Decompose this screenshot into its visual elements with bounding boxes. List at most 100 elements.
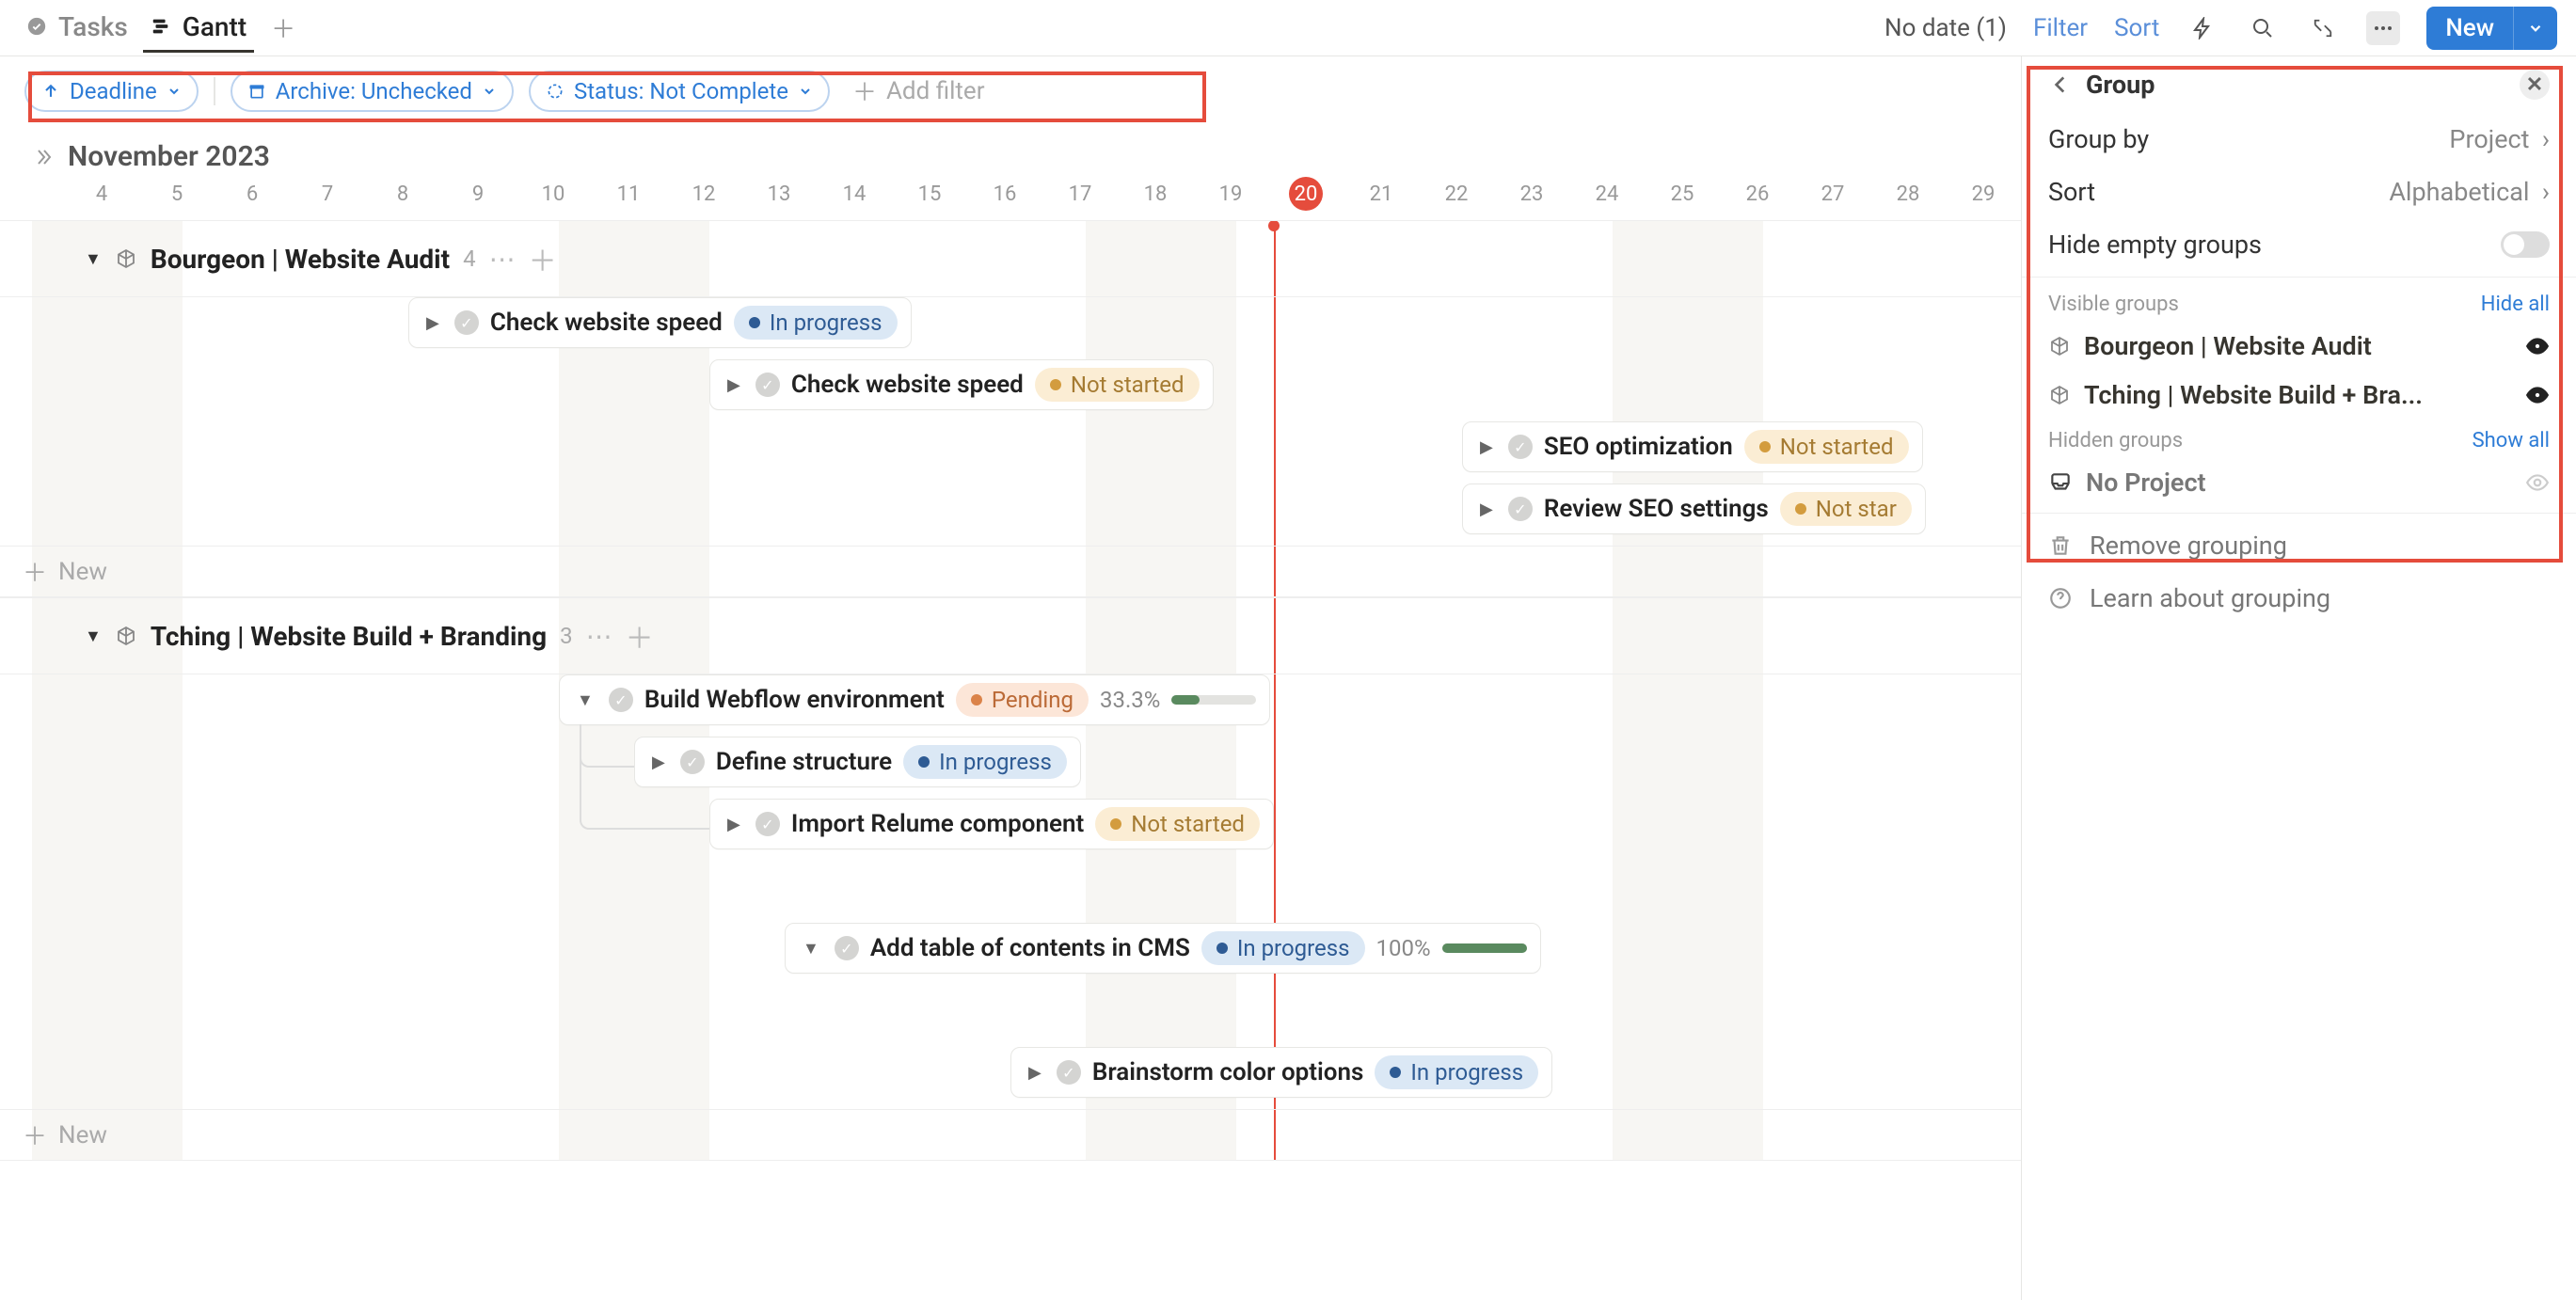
- check-icon[interactable]: ✓: [1057, 1060, 1081, 1085]
- task-card[interactable]: ▼✓Add table of contents in CMSIn progres…: [785, 923, 1541, 974]
- expand-icon[interactable]: ▼: [799, 939, 823, 959]
- expand-icon[interactable]: ▶: [1476, 437, 1497, 457]
- no-date-indicator[interactable]: No date (1): [1884, 14, 2007, 42]
- group-more-icon[interactable]: ⋯: [489, 244, 516, 275]
- status-pill: In progress: [1201, 931, 1365, 965]
- status-pill: Pending: [956, 683, 1089, 717]
- eye-icon[interactable]: [2525, 383, 2550, 407]
- check-icon[interactable]: ✓: [609, 688, 633, 712]
- remove-grouping-button[interactable]: Remove grouping: [2022, 519, 2576, 572]
- task-name: Define structure: [716, 748, 892, 776]
- close-button[interactable]: ✕: [2520, 70, 2550, 100]
- expand-icon[interactable]: ▼: [573, 690, 597, 710]
- date-7: 7: [322, 182, 333, 206]
- show-all-button[interactable]: Show all: [2473, 429, 2550, 452]
- task-card[interactable]: ▶✓Review SEO settingsNot star: [1462, 484, 1926, 534]
- progress-bar: [1171, 695, 1256, 705]
- trash-icon: [2048, 533, 2073, 558]
- date-6: 6: [246, 182, 258, 206]
- group-by-row[interactable]: Group by Project ›: [2022, 113, 2576, 166]
- back-arrow-icon[interactable]: [2048, 72, 2073, 97]
- date-4: 4: [96, 182, 107, 206]
- project-icon: [115, 247, 137, 270]
- group-add-icon[interactable]: ＋: [529, 238, 557, 279]
- check-circle-icon: [26, 16, 47, 37]
- expand-icon[interactable]: ▶: [1476, 499, 1497, 519]
- expand-icon[interactable]: ▶: [1025, 1063, 1045, 1083]
- task-card[interactable]: ▶✓SEO optimizationNot started: [1462, 421, 1923, 472]
- eye-off-icon[interactable]: [2525, 470, 2550, 495]
- add-filter-button[interactable]: ＋ Add filter: [845, 70, 993, 112]
- tab-label: Gantt: [183, 11, 246, 42]
- hide-all-button[interactable]: Hide all: [2481, 293, 2550, 316]
- panel-title: Group: [2086, 70, 2155, 100]
- check-icon[interactable]: ✓: [454, 310, 479, 335]
- filter-deadline[interactable]: Deadline: [24, 71, 199, 112]
- date-17: 17: [1069, 182, 1092, 206]
- task-card[interactable]: ▶✓Brainstorm color optionsIn progress: [1010, 1047, 1552, 1098]
- group-name: No Project: [2086, 468, 2206, 498]
- filter-status[interactable]: Status: Not Complete: [529, 71, 830, 112]
- task-card[interactable]: ▼✓Build Webflow environmentPending33.3%: [559, 674, 1270, 725]
- sort-button[interactable]: Sort: [2114, 14, 2159, 42]
- filter-archive[interactable]: Archive: Unchecked: [231, 71, 514, 112]
- collapse-icon[interactable]: ▼: [85, 626, 102, 646]
- task-name: Brainstorm color options: [1092, 1058, 1364, 1086]
- status-pill: Not started: [1035, 368, 1200, 402]
- filter-button[interactable]: Filter: [2033, 14, 2088, 42]
- expand-icon[interactable]: ▶: [724, 815, 744, 834]
- task-name: Check website speed: [490, 309, 723, 337]
- search-icon[interactable]: [2246, 11, 2280, 45]
- project-icon: [115, 625, 137, 647]
- learn-grouping-button[interactable]: Learn about grouping: [2022, 572, 2576, 625]
- expand-icon[interactable]: ▶: [422, 313, 443, 333]
- date-8: 8: [397, 182, 408, 206]
- date-19: 19: [1219, 182, 1243, 206]
- project-icon: [2048, 384, 2071, 406]
- date-27: 27: [1821, 182, 1845, 206]
- group-title: Tching | Website Build + Branding: [151, 621, 547, 652]
- group-name: Bourgeon | Website Audit: [2084, 331, 2372, 361]
- check-icon[interactable]: ✓: [1508, 435, 1533, 459]
- hidden-group-item[interactable]: No Project: [2022, 458, 2576, 507]
- date-11: 11: [617, 182, 641, 206]
- add-view-button[interactable]: ＋: [262, 7, 305, 49]
- visible-group-item[interactable]: Bourgeon | Website Audit: [2022, 322, 2576, 371]
- bars-staggered-icon: [151, 16, 171, 37]
- new-button-label: New: [2426, 14, 2513, 42]
- visible-group-item[interactable]: Tching | Website Build + Bra...: [2022, 371, 2576, 420]
- plus-icon: ＋: [23, 1118, 47, 1152]
- new-button[interactable]: New: [2426, 7, 2557, 50]
- check-icon[interactable]: ✓: [755, 373, 780, 397]
- check-icon[interactable]: ✓: [755, 812, 780, 836]
- sort-row[interactable]: Sort Alphabetical ›: [2022, 166, 2576, 218]
- status-icon: [546, 82, 564, 101]
- inbox-icon: [2048, 470, 2073, 495]
- date-5: 5: [171, 182, 183, 206]
- task-card[interactable]: ▶✓Import Relume componentNot started: [709, 799, 1274, 849]
- tab-gantt[interactable]: Gantt: [143, 4, 254, 53]
- group-more-icon[interactable]: ⋯: [586, 621, 612, 652]
- new-dropdown[interactable]: [2513, 7, 2557, 50]
- expand-icon[interactable]: [2306, 11, 2340, 45]
- group-by-value: Project: [2449, 124, 2529, 154]
- plus-icon: ＋: [23, 554, 47, 589]
- task-card[interactable]: ▶✓Check website speedIn progress: [408, 297, 912, 348]
- check-icon[interactable]: ✓: [835, 936, 859, 960]
- chevron-double-right-icon[interactable]: [32, 146, 55, 168]
- group-add-icon[interactable]: ＋: [626, 615, 654, 657]
- bolt-icon[interactable]: [2186, 11, 2219, 45]
- task-card[interactable]: ▶✓Check website speedNot started: [709, 359, 1214, 410]
- chevron-down-icon: [167, 84, 182, 99]
- expand-icon[interactable]: ▶: [724, 375, 744, 395]
- hide-empty-toggle[interactable]: [2501, 231, 2550, 258]
- hide-empty-row[interactable]: Hide empty groups: [2022, 218, 2576, 271]
- check-icon[interactable]: ✓: [1508, 497, 1533, 521]
- more-icon[interactable]: [2366, 11, 2400, 45]
- date-28: 28: [1897, 182, 1920, 206]
- help-icon: [2048, 586, 2073, 610]
- collapse-icon[interactable]: ▼: [85, 249, 102, 269]
- tab-tasks[interactable]: Tasks: [19, 4, 135, 53]
- date-20: 20: [1289, 177, 1323, 211]
- eye-icon[interactable]: [2525, 334, 2550, 358]
